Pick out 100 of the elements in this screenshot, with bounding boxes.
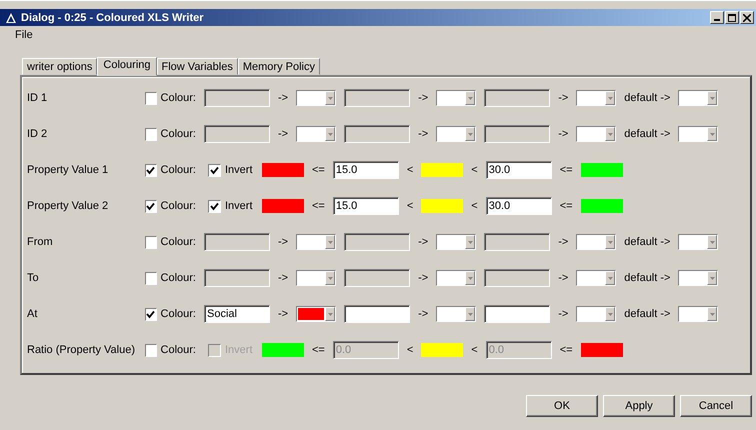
checkbox-box[interactable] [145,236,157,248]
arrow-label: -> [278,92,288,104]
text-field[interactable] [204,233,270,251]
dialog-button[interactable]: Cancel [680,395,752,417]
dialog-button[interactable]: OK [526,395,598,417]
tab[interactable]: Memory Policy [238,58,320,75]
colour-swatch[interactable] [262,163,304,177]
text-field[interactable] [484,305,550,323]
default-label: default -> [624,308,670,320]
dialog-button[interactable]: Apply [603,395,675,417]
operator-label: <= [312,344,325,356]
colour-dropdown[interactable] [436,270,476,286]
colour-swatch[interactable] [421,199,464,213]
text-field[interactable] [484,269,550,287]
colour-dropdown[interactable] [576,90,616,106]
colour-checkbox[interactable]: Colour: [145,200,196,212]
colour-swatch[interactable] [262,343,304,357]
arrow-label: -> [418,308,428,320]
text-field[interactable] [484,233,550,251]
colour-dropdown[interactable] [576,306,616,322]
colour-swatch[interactable] [580,199,623,213]
close-icon [743,14,751,22]
colour-checkbox[interactable]: Colour: [145,128,196,140]
menu-item[interactable]: File [15,29,33,41]
colour-dropdown[interactable] [576,234,616,250]
colour-dropdown[interactable] [296,270,336,286]
operator-label: <= [312,200,325,212]
colour-swatch[interactable] [580,163,623,177]
operator-label: <= [312,164,325,176]
arrow-label: -> [558,272,568,284]
text-field[interactable] [484,125,550,143]
colour-dropdown[interactable] [296,90,336,106]
checkbox-box[interactable] [208,164,221,176]
checkbox-box[interactable] [145,92,157,104]
row-label: To [27,272,40,284]
colour-checkbox[interactable]: Colour: [145,236,196,248]
colour-swatch[interactable] [580,343,623,357]
colour-dropdown[interactable] [436,126,476,142]
operator-label: < [406,164,414,176]
colour-dropdown[interactable] [296,126,336,142]
text-field[interactable] [344,233,410,251]
default-label: default -> [624,128,670,140]
checkbox-box[interactable] [208,200,221,212]
tab[interactable]: Colouring [97,57,157,76]
colour-swatch[interactable] [421,343,464,357]
colour-dropdown[interactable] [678,270,718,286]
text-field[interactable] [484,89,550,107]
colour-checkbox[interactable]: Colour: [145,344,196,356]
colour-checkbox[interactable]: Colour: [145,308,196,320]
colour-dropdown[interactable] [576,270,616,286]
checkbox-box[interactable] [145,344,157,356]
colour-swatch[interactable] [421,163,464,177]
threshold-field[interactable]: 30.0 [486,197,552,215]
colour-dropdown[interactable] [436,234,476,250]
checkbox-box[interactable] [145,128,157,140]
operator-label: < [471,200,478,212]
text-field[interactable]: Social [204,305,270,323]
colour-dropdown[interactable] [296,306,336,322]
threshold-field[interactable]: 15.0 [332,197,399,215]
default-label: default -> [624,92,670,104]
close-button[interactable] [740,11,754,24]
threshold-field[interactable]: 30.0 [486,161,552,179]
text-field[interactable] [204,269,270,287]
colour-dropdown[interactable] [296,234,336,250]
colour-checkbox[interactable]: Colour: [145,272,196,284]
invert-checkbox[interactable]: Invert [208,200,254,212]
colour-dropdown[interactable] [576,126,616,142]
row-label: ID 2 [27,128,48,140]
row-label: At [27,308,38,320]
check-icon [210,202,219,210]
colour-checkbox[interactable]: Colour: [145,92,196,104]
colour-swatch[interactable] [262,199,304,213]
text-field[interactable] [344,125,410,143]
text-field[interactable] [344,89,410,107]
checkbox-box[interactable] [145,272,157,284]
text-field[interactable] [204,89,270,107]
default-label: default -> [624,272,670,284]
checkbox-box[interactable] [208,344,221,356]
default-label: default -> [624,236,670,248]
colour-dropdown[interactable] [678,306,718,322]
text-field[interactable] [204,125,270,143]
row-label: Ratio (Property Value) [27,344,136,356]
minimize-button[interactable] [710,11,724,24]
invert-checkbox[interactable]: Invert [208,164,254,176]
tab[interactable]: Flow Variables [156,58,238,75]
colour-dropdown[interactable] [436,90,476,106]
colour-dropdown[interactable] [436,306,476,322]
text-field[interactable] [344,305,410,323]
colour-dropdown[interactable] [678,90,718,106]
checkbox-box[interactable] [145,308,157,320]
colour-checkbox[interactable]: Colour: [145,164,196,176]
operator-label: < [471,164,478,176]
colour-dropdown[interactable] [678,234,718,250]
checkbox-box[interactable] [145,164,157,176]
colour-dropdown[interactable] [678,126,718,142]
check-icon [146,166,156,174]
maximize-button[interactable] [725,11,739,24]
checkbox-box[interactable] [145,200,157,212]
text-field[interactable] [344,269,410,287]
threshold-field[interactable]: 15.0 [332,161,399,179]
